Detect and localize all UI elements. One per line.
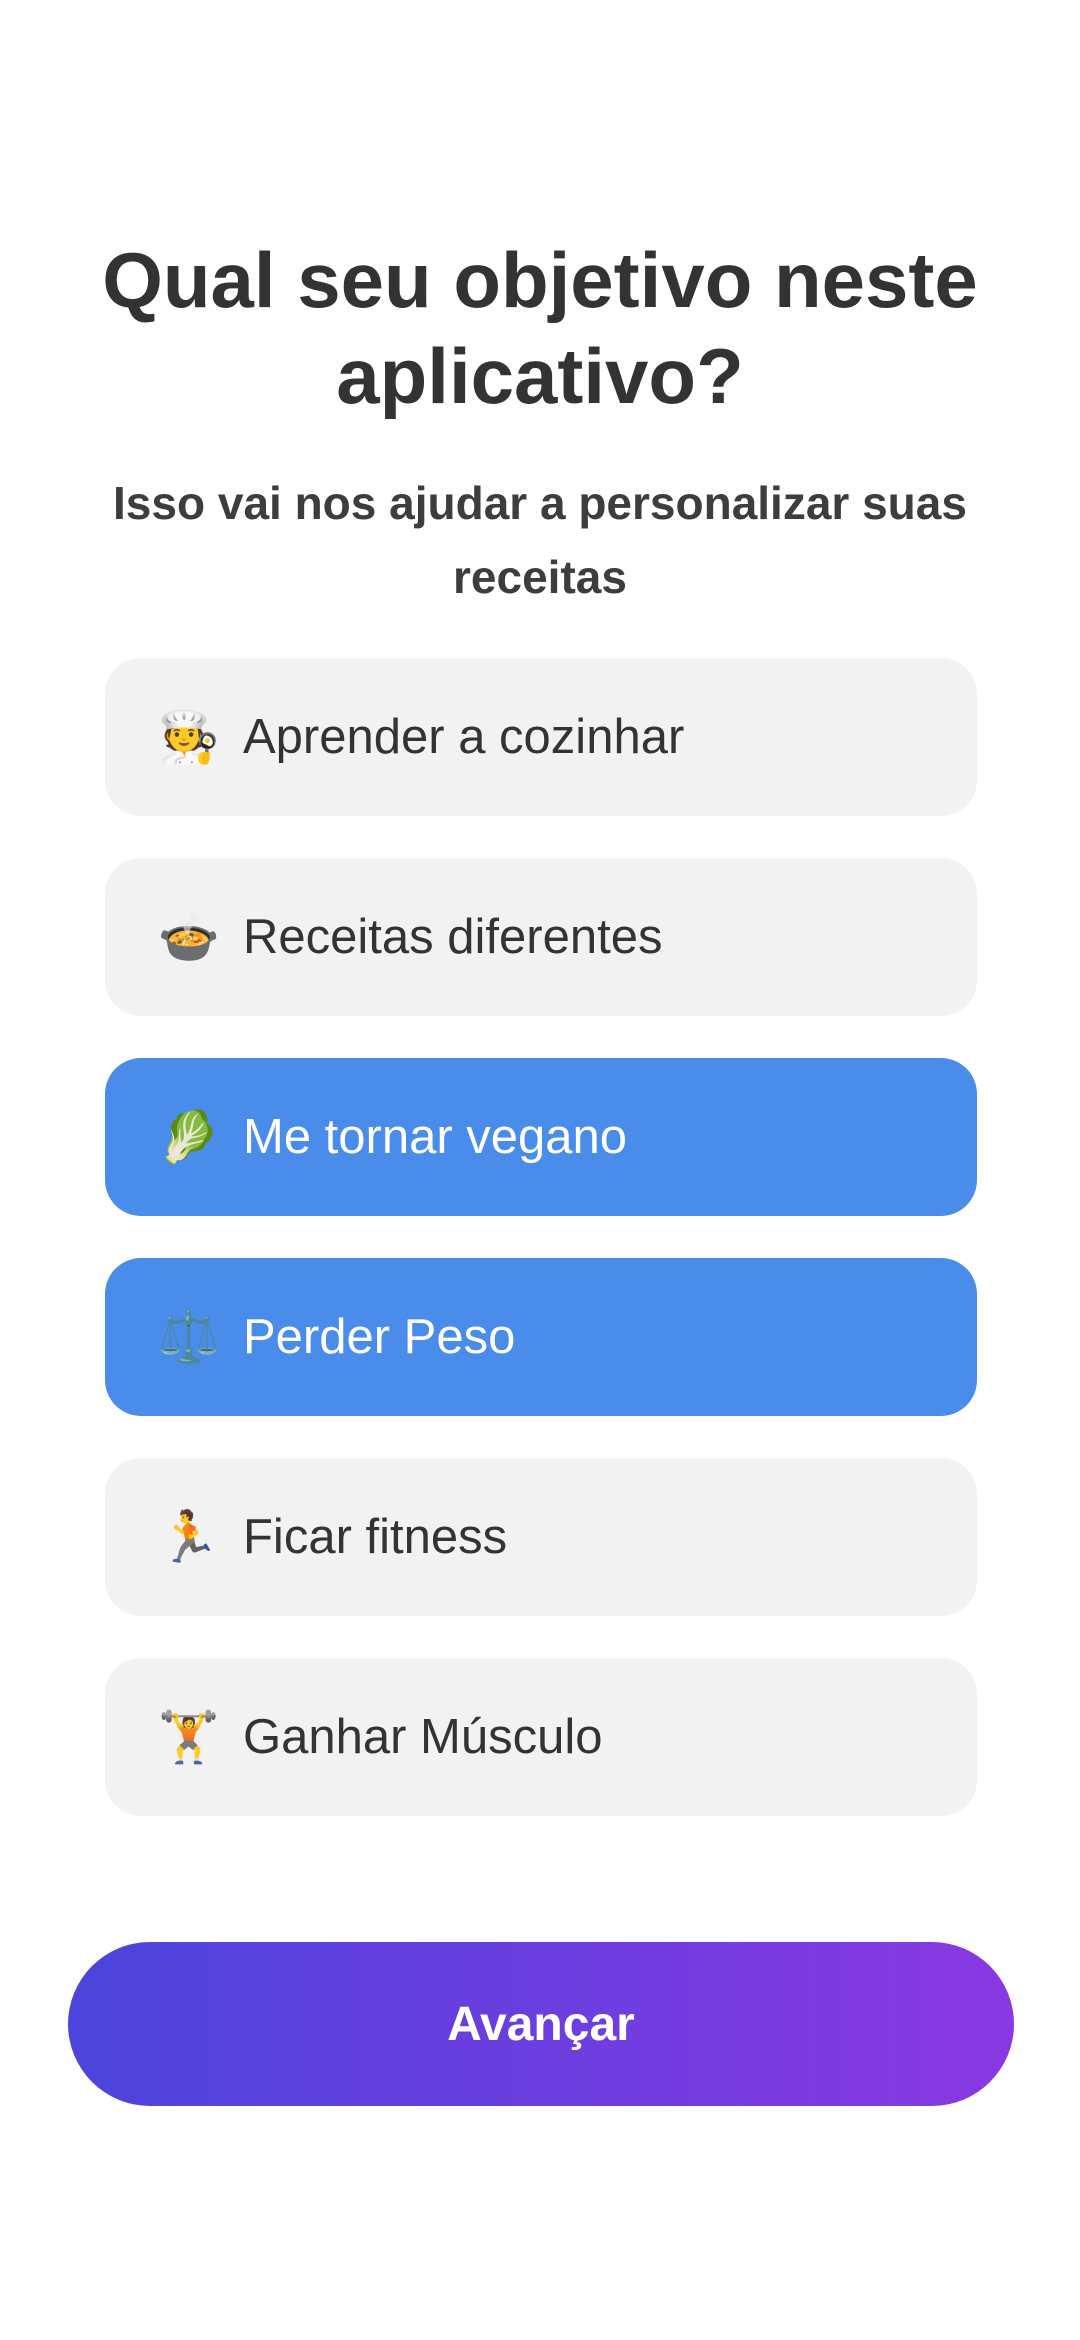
option-learn-to-cook[interactable]: 🧑‍🍳 Aprender a cozinhar <box>105 658 977 816</box>
option-label: Me tornar vegano <box>243 1110 628 1164</box>
stew-bowl-icon: 🍲 <box>157 908 221 966</box>
option-become-vegan[interactable]: 🥬 Me tornar vegano <box>105 1058 977 1216</box>
option-lose-weight[interactable]: ⚖️ Perder Peso <box>105 1258 977 1416</box>
weightlifter-icon: 🏋️ <box>157 1708 221 1766</box>
option-label: Ficar fitness <box>243 1510 508 1564</box>
runner-icon: 🏃 <box>157 1508 221 1566</box>
option-label: Perder Peso <box>243 1310 516 1364</box>
option-different-recipes[interactable]: 🍲 Receitas diferentes <box>105 858 977 1016</box>
page-subtitle: Isso vai nos ajudar a personalizar suas … <box>113 477 967 603</box>
option-label: Aprender a cozinhar <box>243 710 685 764</box>
option-get-fit[interactable]: 🏃 Ficar fitness <box>105 1458 977 1616</box>
option-gain-muscle[interactable]: 🏋️ Ganhar Músculo <box>105 1658 977 1816</box>
option-label: Receitas diferentes <box>243 910 663 964</box>
leafy-green-icon: 🥬 <box>157 1108 221 1166</box>
next-button[interactable]: Avançar <box>68 1942 1014 2106</box>
onboarding-screen: Qual seu objetivo neste aplicativo? Isso… <box>0 0 1080 2340</box>
chef-icon: 🧑‍🍳 <box>157 708 221 766</box>
option-label: Ganhar Músculo <box>243 1710 603 1764</box>
page-title: Qual seu objetivo neste aplicativo? <box>102 236 978 420</box>
balance-scale-icon: ⚖️ <box>157 1308 221 1366</box>
goal-options-list: 🧑‍🍳 Aprender a cozinhar 🍲 Receitas difer… <box>105 658 977 1858</box>
